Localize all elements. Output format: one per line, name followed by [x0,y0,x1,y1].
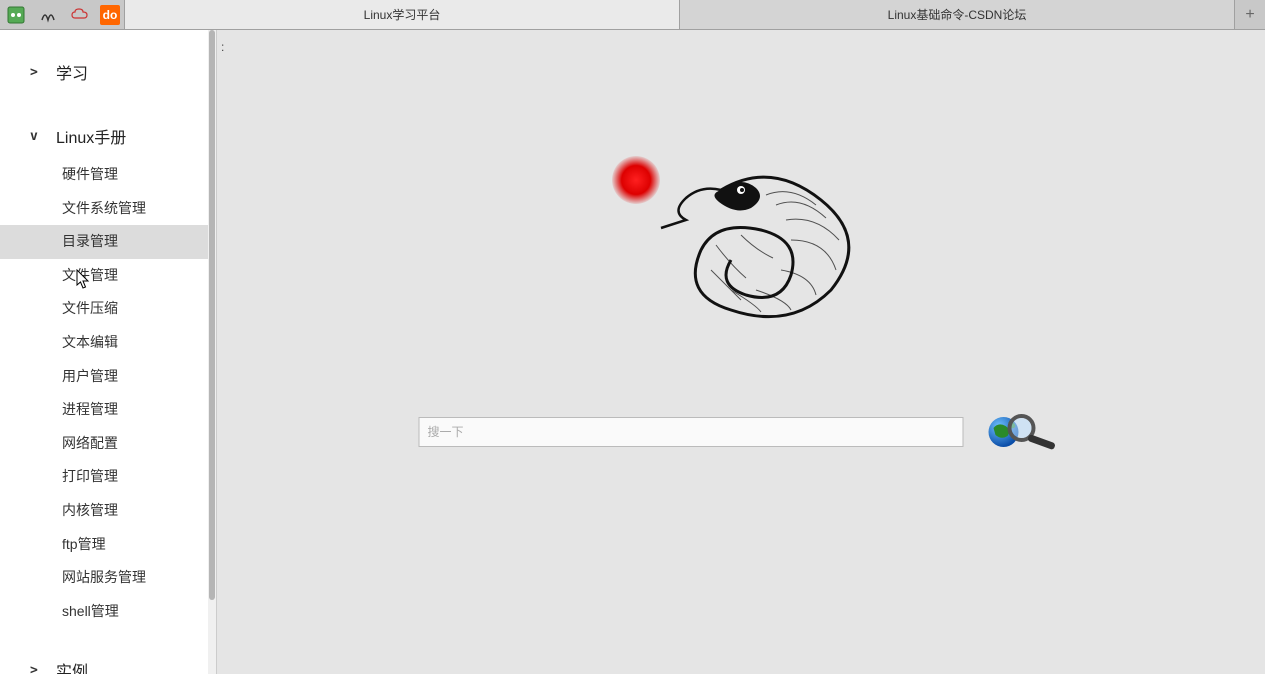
sidebar-item-network[interactable]: 网络配置 [0,427,216,461]
cloud-icon[interactable] [68,3,92,27]
chevron-right-icon: > [30,65,46,80]
extension-icon-1[interactable] [4,3,28,27]
sidebar-section-examples[interactable]: > 实例 [0,648,216,674]
sidebar-item-process[interactable]: 进程管理 [0,393,216,427]
sidebar-item-directory[interactable]: 目录管理 [0,225,216,259]
tab-csdn[interactable]: Linux基础命令­-CSDN论坛 [680,0,1235,29]
tab-label: Linux基础命令­-CSDN论坛 [888,6,1027,23]
new-tab-button[interactable]: + [1235,0,1265,29]
snake-logo [591,140,891,340]
sidebar-section-study[interactable]: > 学习 [0,50,216,94]
tab-bar: Linux学习平台 Linux基础命令­-CSDN论坛 [125,0,1235,29]
chevron-down-icon: v [30,129,46,144]
do-icon[interactable]: do [100,5,120,25]
chevron-right-icon: > [30,663,46,674]
sidebar-item-kernel[interactable]: 内核管理 [0,494,216,528]
sidebar-item-filesystem[interactable]: 文件系统管理 [0,192,216,226]
sidebar-section-label: 学习 [56,60,88,84]
extension-icon-2[interactable] [36,3,60,27]
content-area: : [217,30,1265,674]
sidebar-item-shell[interactable]: shell管理 [0,595,216,629]
sidebar-item-compress[interactable]: 文件压缩 [0,292,216,326]
search-row [419,410,1064,454]
search-button[interactable] [984,410,1064,454]
sidebar-item-ftp[interactable]: ftp管理 [0,528,216,562]
sidebar-section-label: Linux手册 [56,124,126,148]
sidebar: > 学习 v Linux手册 硬件管理 文件系统管理 目录管理 文件管理 文件压… [0,30,217,674]
sidebar-item-hardware[interactable]: 硬件管理 [0,158,216,192]
sidebar-section-label: 实例 [56,658,88,674]
tab-linux-platform[interactable]: Linux学习平台 [125,0,680,29]
sidebar-item-user[interactable]: 用户管理 [0,360,216,394]
sidebar-section-linux-manual[interactable]: v Linux手册 [0,114,216,158]
sidebar-item-print[interactable]: 打印管理 [0,460,216,494]
sidebar-item-file[interactable]: 文件管理 [0,259,216,293]
tab-label: Linux学习平台 [364,6,441,23]
main-area: > 学习 v Linux手册 硬件管理 文件系统管理 目录管理 文件管理 文件压… [0,30,1265,674]
sidebar-item-web-service[interactable]: 网站服务管理 [0,561,216,595]
browser-bar: do Linux学习平台 Linux基础命令­-CSDN论坛 + [0,0,1265,30]
content-marker: : [221,40,224,54]
sidebar-scrollbar[interactable] [208,30,216,674]
scrollbar-thumb[interactable] [209,30,215,600]
search-input[interactable] [419,417,964,447]
globe-magnifier-icon [984,410,1064,454]
sidebar-item-text-edit[interactable]: 文本编辑 [0,326,216,360]
browser-toolbar-icons: do [0,0,125,29]
